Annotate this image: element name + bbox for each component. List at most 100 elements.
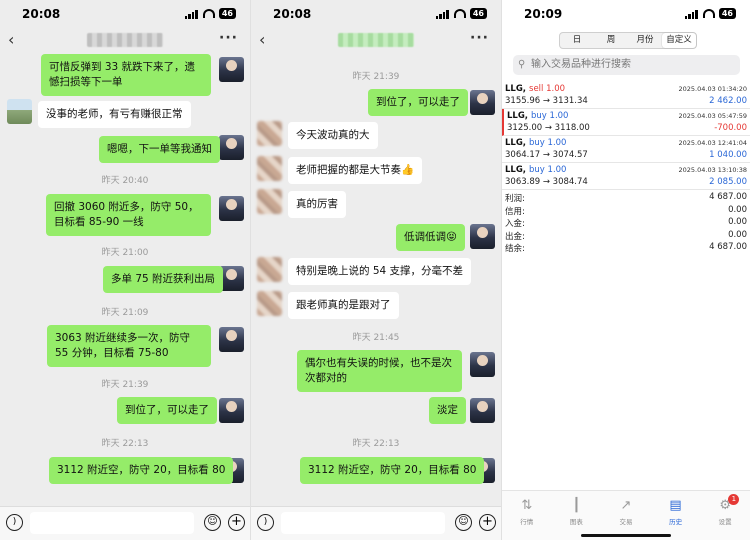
- trade-profit: 1 040.00: [709, 150, 747, 160]
- trade-row[interactable]: LLG, sell 1.00 3155.96 → 3131.34 2025.04…: [502, 82, 750, 109]
- plus-icon[interactable]: +: [228, 514, 245, 531]
- message-bubble: 3112 附近空，防守 20，目标看 80: [300, 457, 485, 484]
- emoji-icon[interactable]: ☺: [204, 514, 221, 531]
- timestamp: 昨天 21:45: [352, 333, 400, 343]
- tab-quotes[interactable]: ⇅ 行情: [502, 491, 552, 540]
- avatar[interactable]: [470, 90, 495, 115]
- back-icon[interactable]: ‹: [8, 30, 14, 49]
- trade-datetime: 2025.04.03 12:41:04: [678, 139, 747, 147]
- timestamp: 昨天 21:39: [352, 72, 400, 82]
- avatar[interactable]: [219, 57, 244, 82]
- status-time: 20:08: [273, 7, 312, 21]
- battery-icon: 46: [718, 8, 736, 19]
- trade-side: buy 1.00: [531, 111, 569, 121]
- back-icon[interactable]: ‹: [259, 30, 265, 49]
- trade-symbol: LLG,: [505, 84, 527, 94]
- tab-history[interactable]: ▤ 历史: [651, 491, 701, 540]
- segment-month[interactable]: 月份: [628, 33, 662, 48]
- message-bubble: 没事的老师，有亏有赚很正常: [38, 101, 191, 128]
- tab-trade[interactable]: ↗ 交易: [601, 491, 651, 540]
- timestamp: 昨天 21:39: [101, 380, 149, 390]
- message-bubble: 淡定: [429, 397, 466, 424]
- message-bubble: 偶尔也有失误的时候，也不是次次都对的: [297, 350, 462, 392]
- bottom-tab-bar: ⇅ 行情 ┃ 图表 ↗ 交易 ▤ 历史 ⚙ 设置 1: [502, 490, 750, 540]
- segment-week[interactable]: 周: [594, 33, 628, 48]
- tab-settings[interactable]: ⚙ 设置 1: [700, 491, 750, 540]
- message-bubble: 今天波动真的大: [288, 122, 378, 149]
- avatar[interactable]: [470, 352, 495, 377]
- summary-row-credit: 信用: 0.00: [505, 204, 747, 217]
- candlestick-icon: ┃: [572, 498, 581, 513]
- symbol-search-input[interactable]: ⚲ 输入交易品种进行搜索: [513, 55, 740, 75]
- trade-symbol: LLG,: [505, 138, 527, 148]
- message-bubble: 跟老师真的是跟对了: [288, 292, 399, 319]
- trade-row[interactable]: LLG, buy 1.00 3064.17 → 3074.57 2025.04.…: [502, 136, 750, 163]
- trade-price: 3063.89 → 3084.74: [505, 177, 588, 187]
- message-bubble: 到位了，可以走了: [117, 397, 217, 424]
- message-input[interactable]: [30, 512, 194, 534]
- status-icons: 46: [684, 8, 736, 19]
- wifi-icon: [453, 9, 466, 18]
- trade-side: sell 1.00: [529, 84, 566, 94]
- trade-row[interactable]: LLG, buy 1.00 3125.00 → 3118.00 2025.04.…: [502, 109, 750, 136]
- avatar[interactable]: [219, 196, 244, 221]
- segment-day[interactable]: 日: [560, 33, 594, 48]
- message-bubble: 回撤 3060 附近多，防守 50，目标看 85-90 一线: [46, 194, 211, 236]
- message-bubble: 到位了，可以走了: [368, 89, 468, 116]
- trade-row[interactable]: LLG, buy 1.00 3063.89 → 3084.74 2025.04.…: [502, 163, 750, 190]
- timestamp: 昨天 22:13: [352, 439, 400, 449]
- timestamp: 昨天 22:13: [101, 439, 149, 449]
- trade-datetime: 2025.04.03 01:34:20: [678, 85, 747, 93]
- summary-row-withdrawal: 出金: 0.00: [505, 229, 747, 242]
- input-bar: ) ☺ +: [251, 506, 501, 540]
- trade-symbol: LLG,: [505, 165, 527, 175]
- message-bubble: 多单 75 附近获利出局: [103, 266, 224, 293]
- wifi-icon: [702, 9, 715, 18]
- chat-panel-2: 20:08 46 ‹ ··· 昨天 21:39 到位了，可以走了 今天波动真的大…: [250, 0, 501, 540]
- trade-profit: 2 462.00: [709, 96, 747, 106]
- account-summary: 利润: 4 687.00 信用: 0.00 入金: 0.00 出金: 0.00 结余: 4…: [502, 192, 750, 255]
- trade-price: 3155.96 → 3131.34: [505, 96, 588, 106]
- chat-panel-1: 20:08 46 ‹ ··· 可惜反弹到 33 就跌下来了，遗憾扫损等下一单 没…: [0, 0, 250, 540]
- history-icon: ▤: [669, 498, 682, 513]
- trade-price: 3064.17 → 3074.57: [505, 150, 588, 160]
- voice-icon[interactable]: ): [6, 514, 23, 531]
- status-bar: 20:08 46: [0, 0, 250, 28]
- emoji-icon[interactable]: ☺: [455, 514, 472, 531]
- status-bar: 20:09 46: [502, 0, 750, 28]
- segment-custom[interactable]: 自定义: [662, 33, 696, 48]
- signal-icon: [684, 9, 699, 19]
- avatar[interactable]: [219, 327, 244, 352]
- avatar[interactable]: [257, 291, 282, 316]
- avatar[interactable]: [257, 121, 282, 146]
- status-bar: 20:08 46: [251, 0, 501, 28]
- trade-datetime: 2025.04.03 05:47:59: [678, 112, 747, 120]
- wifi-icon: [202, 9, 215, 18]
- tab-chart[interactable]: ┃ 图表: [552, 491, 602, 540]
- trade-side: buy 1.00: [529, 165, 567, 175]
- timestamp: 昨天 21:09: [101, 308, 149, 318]
- chat-title-blurred: [338, 33, 414, 47]
- avatar[interactable]: [257, 257, 282, 282]
- avatar[interactable]: [7, 99, 32, 124]
- chat-title-blurred: [87, 33, 163, 47]
- avatar[interactable]: [219, 398, 244, 423]
- signal-icon: [435, 9, 450, 19]
- trade-datetime: 2025.04.03 13:10:38: [678, 166, 747, 174]
- chat-header: ‹ ···: [0, 28, 250, 54]
- status-icons: 46: [184, 8, 236, 19]
- message-input[interactable]: [281, 512, 445, 534]
- avatar[interactable]: [470, 224, 495, 249]
- summary-row-balance: 结余: 4 687.00: [505, 242, 747, 254]
- more-icon[interactable]: ···: [219, 30, 238, 46]
- avatar[interactable]: [219, 135, 244, 160]
- avatar[interactable]: [470, 398, 495, 423]
- plus-icon[interactable]: +: [479, 514, 496, 531]
- message-bubble: 可惜反弹到 33 就跌下来了，遗憾扫损等下一单: [41, 54, 211, 96]
- more-icon[interactable]: ···: [470, 30, 489, 46]
- voice-icon[interactable]: ): [257, 514, 274, 531]
- avatar[interactable]: [257, 189, 282, 214]
- quotes-icon: ⇅: [521, 498, 533, 513]
- summary-row-deposit: 入金: 0.00: [505, 217, 747, 229]
- avatar[interactable]: [257, 156, 282, 181]
